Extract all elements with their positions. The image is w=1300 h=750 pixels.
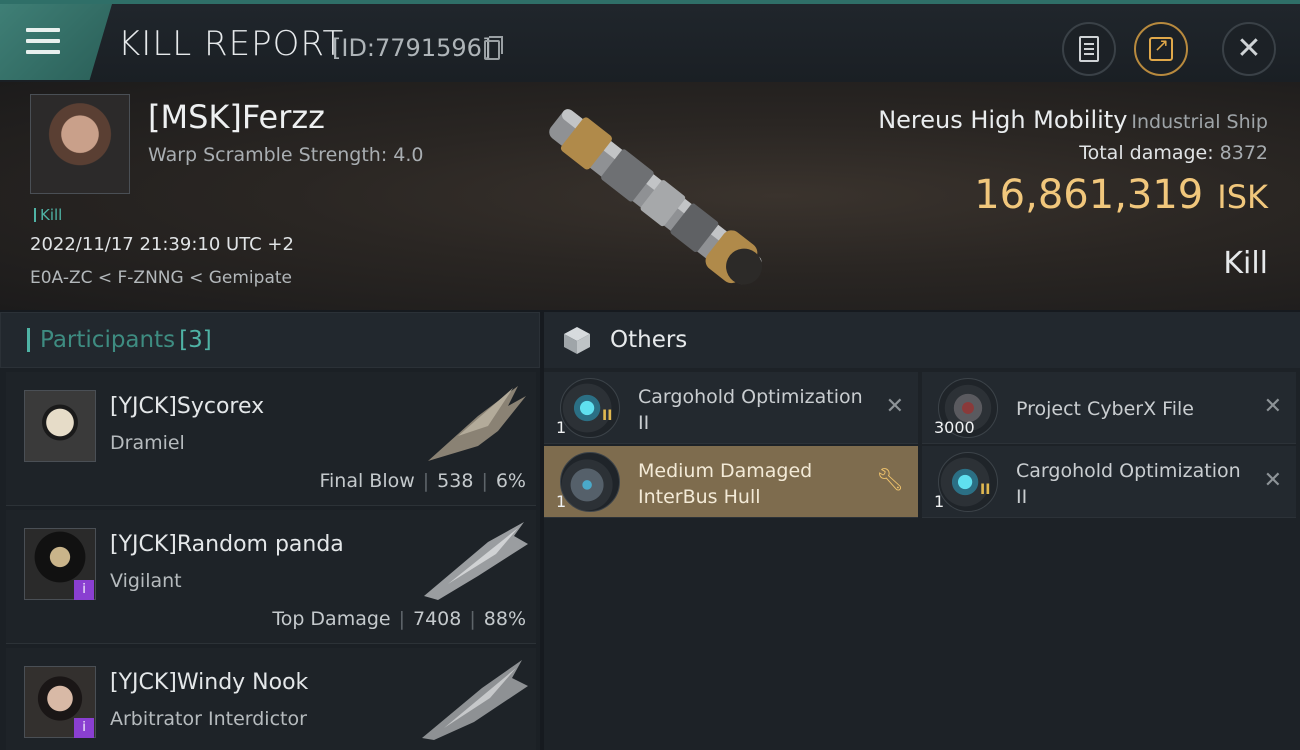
hamburger-icon (26, 28, 60, 56)
copy-icon[interactable] (484, 36, 503, 60)
isk-unit: ISK (1217, 178, 1268, 216)
participant-role: Top Damage (272, 608, 391, 630)
participant-row[interactable]: [YJCK]Sycorex Dramiel Final Blow | 538 | 6% (6, 372, 536, 506)
item-name: Medium Damaged InterBus Hull (638, 460, 813, 508)
participant-row[interactable]: i [YJCK]Random panda Vigilant Top Damage… (6, 510, 536, 644)
result-label: Kill (1223, 246, 1268, 281)
item-quantity: 1 (556, 492, 567, 511)
isk-value: 16,861,319 ISK (974, 172, 1268, 218)
participant-ship-image (422, 660, 528, 740)
participant-ship: Dramiel (110, 432, 185, 454)
warp-scramble-strength: Warp Scramble Strength: 4.0 (148, 144, 424, 166)
participant-ship: Arbitrator Interdictor (110, 708, 307, 730)
isk-amount: 16,861,319 (974, 172, 1204, 218)
participant-role: Final Blow (319, 470, 415, 492)
info-badge: i (74, 718, 94, 738)
participant-ship-image (424, 522, 528, 600)
participants-label: Participants (40, 327, 176, 353)
participant-percent: 6% (495, 470, 526, 492)
victim-avatar[interactable] (30, 94, 130, 194)
item-name: Cargohold Optimization II (638, 386, 863, 434)
total-damage: Total damage: 8372 (1079, 142, 1268, 164)
item-quantity: 1 (934, 492, 945, 511)
top-bar: KILL REPORT [ID:7791596] ✕ (0, 0, 1300, 82)
ship-class: Industrial Ship (1131, 111, 1268, 133)
ship-name-text: Nereus High Mobility (878, 106, 1128, 134)
participant-name: [YJCK]Random panda (110, 532, 344, 557)
dropped-item[interactable]: II 1 Cargohold Optimization II ✕ (922, 446, 1296, 518)
item-quantity: 3000 (934, 418, 975, 437)
others-panel: Others II 1 Cargohold Optimization II ✕ … (544, 312, 1300, 750)
participant-avatar[interactable] (24, 390, 96, 462)
participant-ship: Vigilant (110, 570, 182, 592)
report-id: [ID:7791596] (332, 34, 492, 62)
dropped-item[interactable]: 3000 Project CyberX File ✕ (922, 372, 1296, 444)
participant-damage: 538 (437, 470, 474, 492)
victim-name[interactable]: [MSK]Ferzz (148, 98, 325, 136)
participants-count: [3] (179, 327, 212, 353)
kill-summary: [MSK]Ferzz Warp Scramble Strength: 4.0 K… (0, 82, 1300, 310)
share-icon (1149, 35, 1173, 61)
destroyed-icon: ✕ (1263, 468, 1282, 493)
dropped-item[interactable]: II 1 Cargohold Optimization II ✕ (544, 372, 918, 444)
total-damage-label: Total damage: (1079, 142, 1214, 164)
clipboard-icon (1079, 36, 1099, 62)
participant-stats: Top Damage | 7408 | 88% (272, 608, 526, 630)
participant-damage: 7408 (413, 608, 462, 630)
wrench-icon: 🔧︎ (876, 468, 904, 493)
menu-button[interactable] (0, 4, 112, 80)
participant-stats: Final Blow | 538 | 6% (319, 470, 526, 492)
participant-name: [YJCK]Windy Nook (110, 670, 309, 695)
kill-timestamp: 2022/11/17 21:39:10 UTC +2 (30, 234, 294, 255)
page-title: KILL REPORT (118, 24, 345, 64)
share-button[interactable] (1134, 22, 1188, 76)
kill-tag: Kill (34, 206, 62, 224)
others-label: Others (610, 327, 688, 353)
info-badge: i (74, 580, 94, 600)
clipboard-button[interactable] (1062, 22, 1116, 76)
participant-ship-image (428, 386, 526, 461)
destroyed-icon: ✕ (885, 394, 904, 419)
close-icon: ✕ (1236, 31, 1262, 66)
destroyed-icon: ✕ (1263, 394, 1282, 419)
others-header: Others (544, 312, 1300, 368)
ship-name[interactable]: Nereus High Mobility Industrial Ship (878, 106, 1268, 134)
dropped-item[interactable]: 1 Medium Damaged InterBus Hull 🔧︎ (544, 446, 918, 518)
item-name: Project CyberX File (1016, 398, 1194, 420)
participants-panel: Participants [3] [YJCK]Sycorex Dramiel F… (0, 312, 540, 750)
tier-badge: II (980, 482, 991, 498)
item-quantity: 1 (556, 418, 567, 437)
cube-icon (564, 327, 590, 354)
hull-part-icon (560, 452, 620, 512)
total-damage-value: 8372 (1219, 142, 1268, 164)
participant-name: [YJCK]Sycorex (110, 394, 265, 419)
victim-ship-image (549, 109, 763, 285)
tier-badge: II (602, 408, 613, 424)
participant-percent: 88% (483, 608, 526, 630)
close-button[interactable]: ✕ (1222, 22, 1276, 76)
item-name: Cargohold Optimization II (1016, 460, 1241, 508)
participant-row[interactable]: i [YJCK]Windy Nook Arbitrator Interdicto… (6, 648, 536, 750)
participants-header: Participants [3] (0, 312, 540, 368)
kill-location[interactable]: E0A-ZC < F-ZNNG < Gemipate (30, 268, 292, 288)
